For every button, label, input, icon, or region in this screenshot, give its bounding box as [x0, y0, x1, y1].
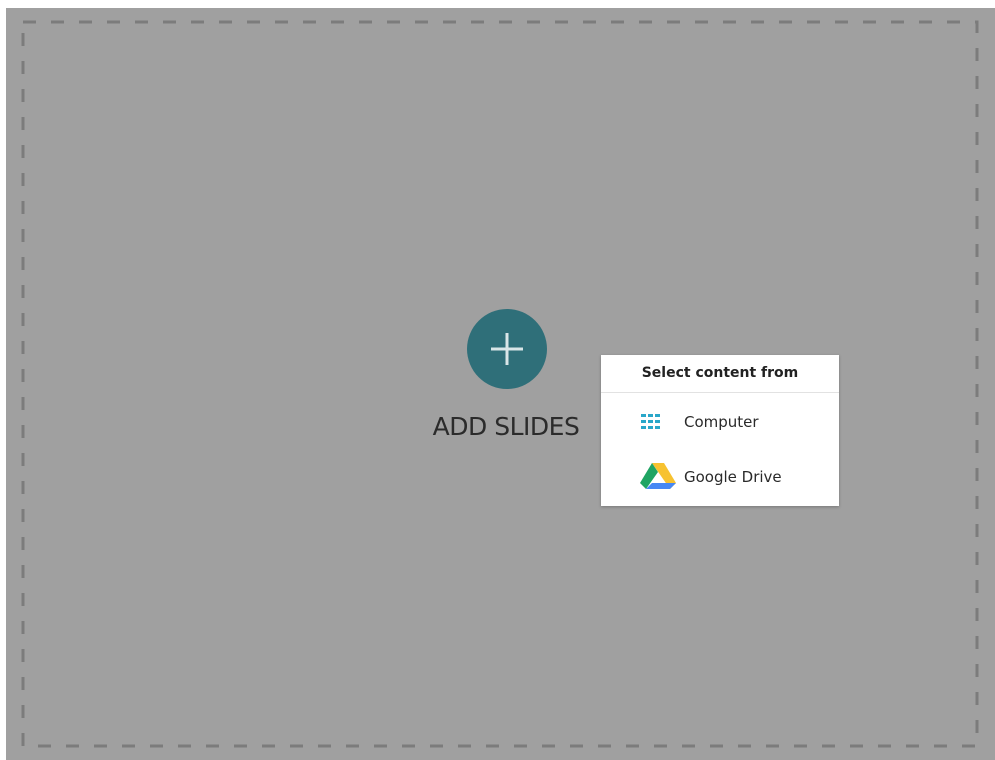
google-drive-icon	[640, 463, 676, 489]
drop-zone[interactable]: ADD SLIDES Select content from Computer	[6, 8, 995, 760]
menu-title: Select content from	[601, 355, 839, 393]
computer-grid-icon	[641, 414, 660, 429]
content-source-menu: Select content from Computer Google Driv…	[601, 355, 839, 506]
menu-item-google-drive[interactable]: Google Drive	[601, 453, 839, 501]
plus-icon	[491, 333, 523, 365]
menu-item-computer[interactable]: Computer	[601, 398, 839, 446]
menu-item-computer-label: Computer	[684, 413, 759, 431]
menu-item-google-drive-label: Google Drive	[684, 468, 782, 486]
add-slides-button[interactable]	[467, 309, 547, 389]
add-slides-label[interactable]: ADD SLIDES	[406, 412, 606, 441]
